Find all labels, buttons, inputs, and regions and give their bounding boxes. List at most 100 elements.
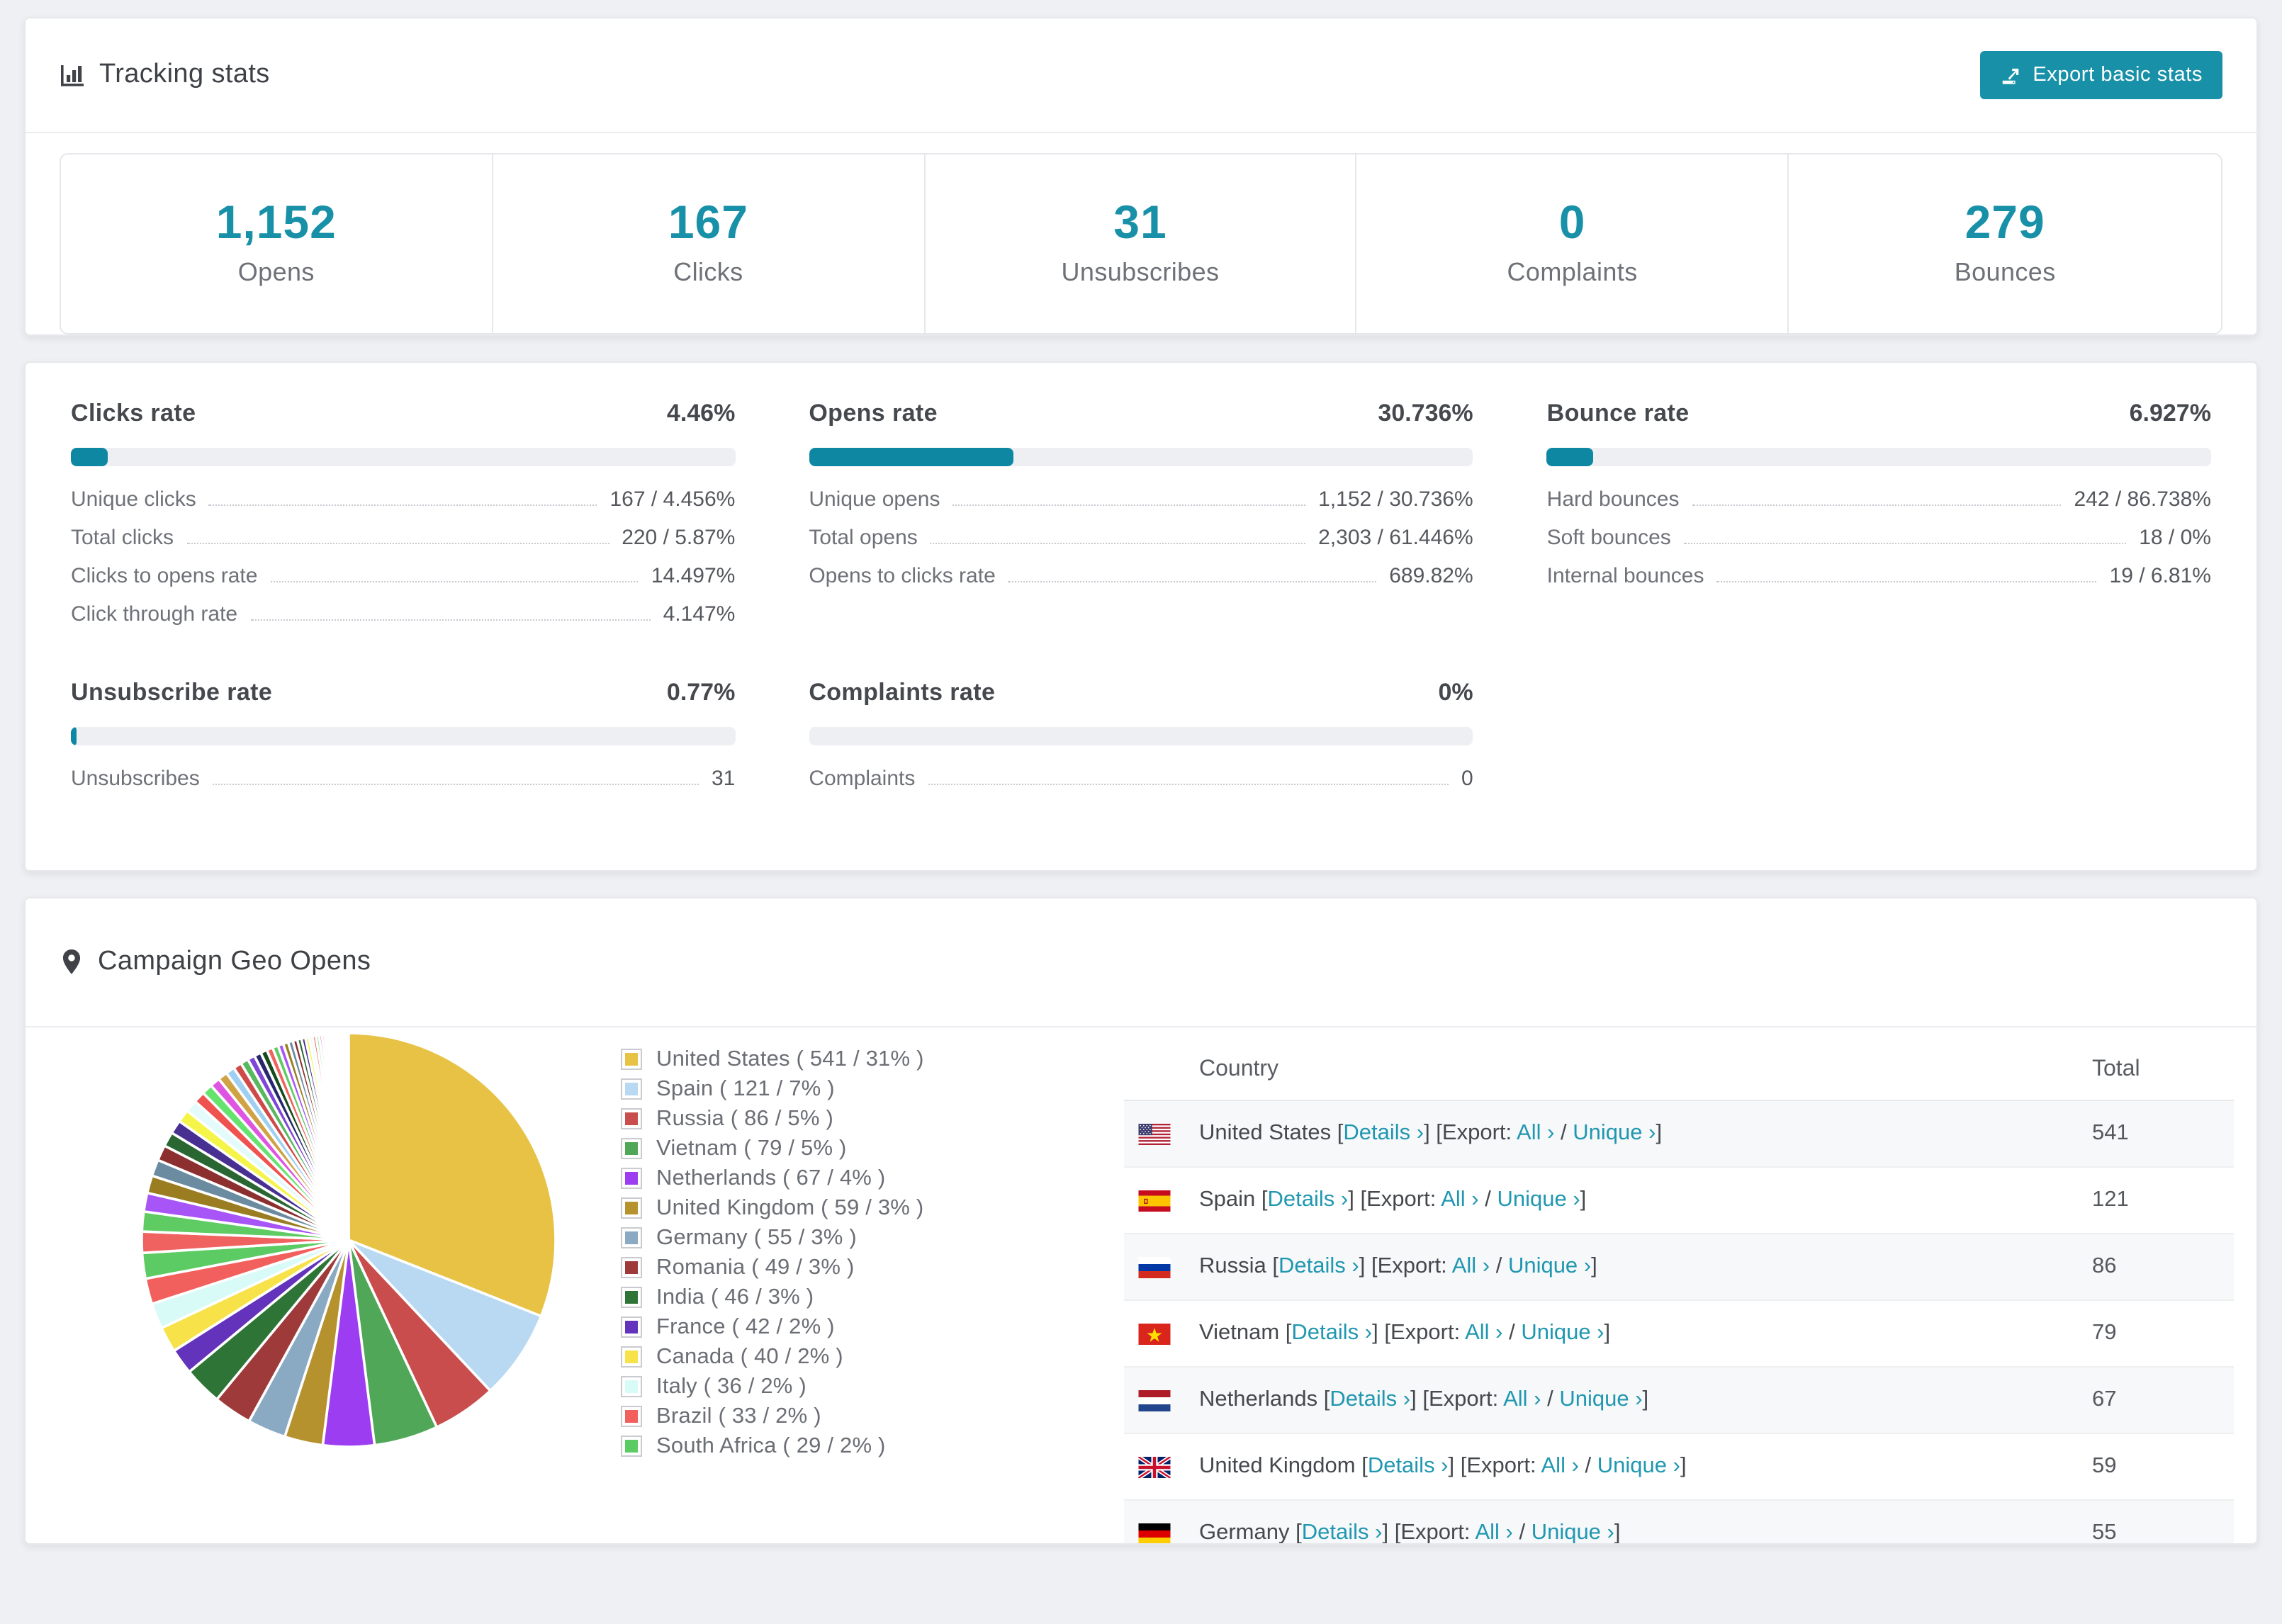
details-link-united-states[interactable]: Details › bbox=[1343, 1122, 1424, 1146]
legend-item-france: France ( 42 / 2% ) bbox=[621, 1313, 989, 1343]
bracket: ] bbox=[1614, 1521, 1621, 1544]
rate-title: Complaints rate bbox=[809, 679, 996, 706]
flag-cell bbox=[1124, 1234, 1185, 1301]
legend-item-germany: Germany ( 55 / 3% ) bbox=[621, 1224, 989, 1253]
total-cell: 59 bbox=[2092, 1454, 2117, 1479]
export-all-link-united-states[interactable]: All › bbox=[1517, 1122, 1554, 1146]
stat-row: Unique clicks 167 / 4.456% bbox=[71, 481, 735, 519]
details-link-spain[interactable]: Details › bbox=[1268, 1188, 1349, 1212]
stat-label: Complaints bbox=[809, 767, 916, 791]
legend-label: Spain ( 121 / 7% ) bbox=[656, 1076, 835, 1101]
legend-item-united-kingdom: United Kingdom ( 59 / 3% ) bbox=[621, 1194, 989, 1224]
summary-label: Bounces bbox=[1954, 258, 2056, 287]
legend-swatch bbox=[621, 1138, 642, 1160]
legend-label: Italy ( 36 / 2% ) bbox=[656, 1374, 806, 1399]
geo-row-netherlands: Netherlands [Details ›] [Export: All › /… bbox=[1124, 1367, 2234, 1434]
summary-box-opens: 1,152 Opens bbox=[61, 154, 493, 334]
export-all-link-germany[interactable]: All › bbox=[1475, 1521, 1512, 1544]
rate-header: Bounce rate 6.927% bbox=[1547, 400, 2211, 429]
total-cell: 541 bbox=[2092, 1121, 2129, 1146]
legend-label: South Africa ( 29 / 2% ) bbox=[656, 1433, 886, 1458]
legend-item-south-africa: South Africa ( 29 / 2% ) bbox=[621, 1432, 989, 1462]
export-unique-link-netherlands[interactable]: Unique › bbox=[1559, 1388, 1642, 1412]
geo-opens-card: Campaign Geo Opens United States ( 541 /… bbox=[24, 897, 2258, 1545]
country-cell: Russia [Details ›] [Export: All › / Uniq… bbox=[1185, 1234, 2078, 1301]
netherlands-flag-icon bbox=[1138, 1389, 1171, 1411]
total-cell: 67 bbox=[2092, 1387, 2117, 1412]
stat-value: 31 bbox=[711, 767, 736, 791]
legend-item-italy: Italy ( 36 / 2% ) bbox=[621, 1372, 989, 1402]
pie-svg bbox=[140, 1032, 557, 1449]
stat-value: 2,303 / 61.446% bbox=[1318, 526, 1473, 551]
flag-cell bbox=[1124, 1168, 1185, 1234]
bracket: ] [ bbox=[1382, 1521, 1401, 1544]
legend-swatch bbox=[621, 1227, 642, 1249]
country-cell: Vietnam [Details ›] [Export: All › / Uni… bbox=[1185, 1301, 2078, 1368]
tracking-stats-card: Tracking stats Export basic stats 1,152 O… bbox=[24, 17, 2258, 337]
progress-bar-clicks-rate bbox=[71, 448, 736, 467]
export-unique-link-germany[interactable]: Unique › bbox=[1531, 1521, 1614, 1544]
legend-swatch bbox=[621, 1376, 642, 1398]
dotted-leader bbox=[1716, 569, 2097, 583]
details-link-vietnam[interactable]: Details › bbox=[1291, 1321, 1372, 1346]
stat-label: Unique opens bbox=[809, 487, 940, 512]
stat-row: Internal bounces 19 / 6.81% bbox=[1547, 558, 2211, 596]
country-name: United States bbox=[1199, 1121, 1337, 1146]
stat-label: Unique clicks bbox=[71, 487, 196, 512]
progress-fill bbox=[71, 448, 108, 467]
export-all-link-united-kingdom[interactable]: All › bbox=[1541, 1455, 1579, 1479]
bracket: [ bbox=[1337, 1121, 1344, 1146]
summary-box-unsubscribes: 31 Unsubscribes bbox=[925, 154, 1357, 334]
stat-label: Click through rate bbox=[71, 602, 238, 627]
legend-swatch bbox=[621, 1257, 642, 1279]
dotted-leader bbox=[208, 492, 597, 507]
export-all-link-vietnam[interactable]: All › bbox=[1465, 1321, 1502, 1346]
stat-row: Complaints 0 bbox=[809, 760, 1473, 799]
bar-chart-icon bbox=[60, 62, 85, 88]
country-name: Vietnam bbox=[1199, 1321, 1286, 1346]
rate-title: Bounce rate bbox=[1546, 400, 1690, 427]
page: Tracking stats Export basic stats 1,152 O… bbox=[0, 0, 2282, 1624]
export-all-link-spain[interactable]: All › bbox=[1441, 1188, 1478, 1212]
export-unique-link-united-kingdom[interactable]: Unique › bbox=[1597, 1455, 1680, 1479]
export-unique-link-united-states[interactable]: Unique › bbox=[1573, 1122, 1656, 1146]
stat-row: Soft bounces 18 / 0% bbox=[1547, 519, 2211, 558]
bracket: ] [ bbox=[1372, 1321, 1390, 1346]
legend-item-romania: Romania ( 49 / 3% ) bbox=[621, 1253, 989, 1283]
details-link-united-kingdom[interactable]: Details › bbox=[1368, 1455, 1449, 1479]
bracket: ] [ bbox=[1348, 1188, 1367, 1212]
export-unique-link-vietnam[interactable]: Unique › bbox=[1521, 1321, 1604, 1346]
details-link-netherlands[interactable]: Details › bbox=[1330, 1388, 1410, 1412]
stat-label: Total clicks bbox=[71, 526, 174, 551]
details-link-russia[interactable]: Details › bbox=[1278, 1255, 1359, 1279]
legend-swatch bbox=[621, 1108, 642, 1130]
dotted-leader bbox=[186, 531, 609, 545]
rates-card: Clicks rate 4.46% Unique clicks 167 / 4.456… bbox=[24, 361, 2258, 872]
summary-value: 279 bbox=[1965, 196, 2045, 248]
stat-value: 689.82% bbox=[1389, 564, 1473, 589]
summary-label: Clicks bbox=[673, 258, 743, 287]
rate-section-complaints-rate: Complaints rate 0% Complaints 0 bbox=[809, 680, 1473, 799]
details-link-germany[interactable]: Details › bbox=[1302, 1521, 1383, 1544]
bracket: [ bbox=[1361, 1454, 1368, 1479]
export-unique-link-russia[interactable]: Unique › bbox=[1508, 1255, 1591, 1279]
legend-label: India ( 46 / 3% ) bbox=[656, 1285, 814, 1309]
rate-value: 0% bbox=[1438, 679, 1473, 706]
export-basic-stats-button[interactable]: Export basic stats bbox=[1980, 51, 2222, 99]
geo-row-vietnam: Vietnam [Details ›] [Export: All › / Uni… bbox=[1124, 1300, 2234, 1368]
summary-label: Unsubscribes bbox=[1061, 258, 1220, 287]
progress-fill bbox=[71, 727, 77, 746]
export-unique-link-spain[interactable]: Unique › bbox=[1497, 1188, 1580, 1212]
separator: / bbox=[1502, 1321, 1522, 1346]
dotted-leader bbox=[928, 772, 1449, 786]
geo-title: Campaign Geo Opens bbox=[98, 947, 371, 977]
summary-value: 167 bbox=[668, 196, 748, 248]
geo-table-wrap: Country Total United States [Details ›] [… bbox=[1124, 1028, 2234, 1544]
stat-value: 14.497% bbox=[651, 564, 736, 589]
legend-swatch bbox=[621, 1197, 642, 1219]
export-all-link-russia[interactable]: All › bbox=[1452, 1255, 1490, 1279]
total-cell: 55 bbox=[2092, 1521, 2117, 1544]
export-all-link-netherlands[interactable]: All › bbox=[1503, 1388, 1541, 1412]
export-icon bbox=[2000, 64, 2021, 86]
rate-header: Complaints rate 0% bbox=[809, 680, 1473, 708]
